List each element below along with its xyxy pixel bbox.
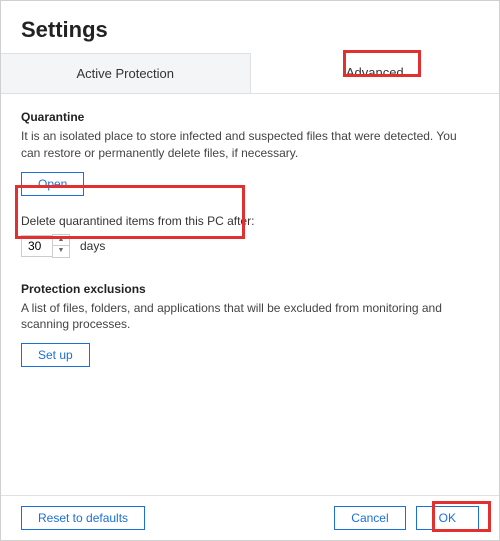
quarantine-title: Quarantine <box>21 110 479 124</box>
delete-after-section: Delete quarantined items from this PC af… <box>21 214 479 258</box>
days-label: days <box>80 239 105 253</box>
cancel-button[interactable]: Cancel <box>334 506 405 530</box>
tabs: Active Protection Advanced <box>1 53 499 94</box>
quarantine-desc: It is an isolated place to store infecte… <box>21 128 479 162</box>
delete-days-input[interactable] <box>21 235 53 257</box>
tab-advanced[interactable]: Advanced <box>251 53 500 93</box>
content: Quarantine It is an isolated place to st… <box>1 94 499 367</box>
exclusions-section: Protection exclusions A list of files, f… <box>21 282 479 368</box>
reset-button[interactable]: Reset to defaults <box>21 506 145 530</box>
setup-button[interactable]: Set up <box>21 343 90 367</box>
quarantine-section: Quarantine It is an isolated place to st… <box>21 110 479 196</box>
quantity-stepper: ▲ ▼ <box>52 234 70 258</box>
header: Settings <box>1 1 499 53</box>
tab-active-protection[interactable]: Active Protection <box>1 53 251 93</box>
ok-button[interactable]: OK <box>416 506 479 530</box>
delete-after-label: Delete quarantined items from this PC af… <box>21 214 479 228</box>
exclusions-desc: A list of files, folders, and applicatio… <box>21 300 479 334</box>
page-title: Settings <box>21 17 479 43</box>
stepper-down-icon[interactable]: ▼ <box>53 246 69 257</box>
stepper-up-icon[interactable]: ▲ <box>53 235 69 246</box>
footer: Reset to defaults Cancel OK <box>1 495 499 540</box>
open-button[interactable]: Open <box>21 172 84 196</box>
footer-right: Cancel OK <box>334 506 479 530</box>
exclusions-title: Protection exclusions <box>21 282 479 296</box>
delete-after-control: ▲ ▼ days <box>21 234 479 258</box>
